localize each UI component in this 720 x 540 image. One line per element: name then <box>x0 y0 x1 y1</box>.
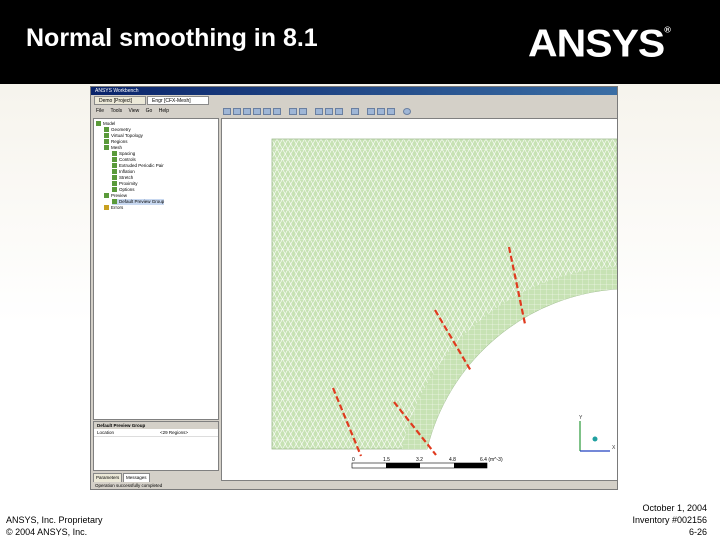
rotate-icon[interactable] <box>233 108 241 115</box>
slide-header: Normal smoothing in 8.1 ANSYS® <box>0 0 720 84</box>
stretch-icon <box>112 175 117 181</box>
slide-title: Normal smoothing in 8.1 <box>26 24 318 52</box>
footer-company: ANSYS, Inc. Proprietary <box>6 515 103 525</box>
clear-icon[interactable] <box>387 108 395 115</box>
footer-inventory: Inventory #002156 <box>632 515 707 525</box>
face-icon[interactable] <box>315 108 323 115</box>
errors-icon <box>104 205 109 211</box>
menu-bar: File Tools View Go Help <box>91 107 221 116</box>
graphics-viewport[interactable]: 0 1.5 3.2 4.8 6.4 (m^-3) Y X <box>221 118 617 481</box>
svg-text:Y: Y <box>579 415 583 421</box>
edge-icon[interactable] <box>325 108 333 115</box>
details-panel: Default Preview Group Location <29 Regio… <box>93 421 219 471</box>
menu-tools[interactable]: Tools <box>110 108 122 114</box>
pan-icon[interactable] <box>243 108 251 115</box>
preview-group-icon <box>112 199 117 205</box>
controls-icon <box>112 157 117 163</box>
details-row[interactable]: Location <29 Regions> <box>94 429 218 437</box>
details-header: Default Preview Group <box>94 422 218 429</box>
mesh-view: 0 1.5 3.2 4.8 6.4 (m^-3) Y X <box>271 138 617 469</box>
document-tabs: Demo [Project] Engr [CFX-Mesh] <box>91 96 617 106</box>
model-tree: Model Geometry Virtual Topology Regions … <box>93 118 219 420</box>
scale-label: 4.8 <box>449 457 456 463</box>
axis-triad-icon: Y X <box>579 415 616 452</box>
topology-icon <box>104 133 109 139</box>
regions-icon <box>104 139 109 145</box>
zoom-icon[interactable] <box>253 108 261 115</box>
menu-view[interactable]: View <box>129 108 140 114</box>
status-bar: Operation successfully completed <box>91 482 617 489</box>
svg-text:X: X <box>612 445 616 451</box>
menu-help[interactable]: Help <box>159 108 169 114</box>
generate-icon[interactable] <box>367 108 375 115</box>
window-title: ANSYS Workbench <box>91 87 617 95</box>
details-label: Location <box>97 430 115 435</box>
periodic-icon <box>112 163 117 169</box>
menu-go[interactable]: Go <box>146 108 153 114</box>
menu-file[interactable]: File <box>96 108 104 114</box>
footer-copyright: © 2004 ANSYS, Inc. <box>6 527 88 537</box>
tab-cfx-mesh[interactable]: Engr [CFX-Mesh] <box>147 96 209 105</box>
inflation-icon <box>112 169 117 175</box>
tree-node[interactable]: Errors <box>104 205 123 211</box>
model-icon <box>96 121 101 127</box>
geometry-icon <box>104 127 109 133</box>
preview-node-icon <box>104 193 109 199</box>
footer-page: 6-26 <box>688 527 707 537</box>
select-icon[interactable] <box>223 108 231 115</box>
proximity-icon <box>112 181 117 187</box>
scale-label: 1.5 <box>383 457 390 463</box>
shaded-icon[interactable] <box>299 108 307 115</box>
options-icon <box>112 187 117 193</box>
mesh-icon[interactable] <box>377 108 385 115</box>
spacing-icon <box>112 151 117 157</box>
fit-icon[interactable] <box>273 108 281 115</box>
scale-label: 3.2 <box>416 457 423 463</box>
preview-icon[interactable] <box>351 108 359 115</box>
footer-left: ANSYS, Inc. Proprietary © 2004 ANSYS, In… <box>6 514 103 538</box>
tab-project[interactable]: Demo [Project] <box>94 96 146 105</box>
details-value[interactable]: <29 Regions> <box>160 429 188 436</box>
zoom-box-icon[interactable] <box>263 108 271 115</box>
footer-date: October 1, 2004 <box>642 503 707 513</box>
scale-label: 6.4 (m^-3) <box>480 457 503 463</box>
ansys-logo: ANSYS® <box>528 21 671 65</box>
view-toolbar <box>221 107 617 117</box>
help-icon[interactable] <box>403 108 411 115</box>
scale-bar: 0 1.5 3.2 4.8 6.4 (m^-3) <box>351 457 503 469</box>
wireframe-icon[interactable] <box>289 108 297 115</box>
footer-right: October 1, 2004 Inventory #002156 6-26 <box>632 502 707 538</box>
mesh-node-icon <box>104 145 109 151</box>
vertex-icon[interactable] <box>335 108 343 115</box>
bottom-tabs: Parameters Messages <box>93 473 219 483</box>
workbench-window: ANSYS Workbench Demo [Project] Engr [CFX… <box>90 86 618 490</box>
scale-label: 0 <box>352 457 355 463</box>
